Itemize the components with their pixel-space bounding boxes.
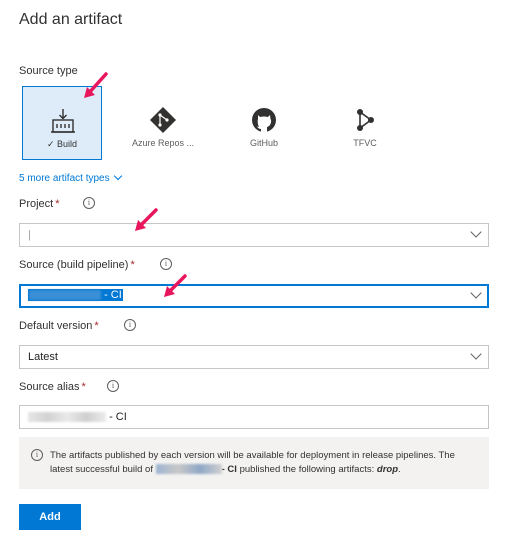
default-version-label: Default version *: [19, 320, 99, 332]
source-type-tfvc-tile[interactable]: TFVC: [325, 86, 405, 160]
project-value: |: [28, 229, 31, 241]
chevron-down-icon: [470, 226, 482, 238]
chevron-down-icon: [470, 287, 482, 299]
redacted-name: [29, 290, 101, 301]
chevron-down-icon: [470, 348, 482, 360]
project-info-icon[interactable]: i: [83, 197, 95, 209]
source-alias-info-icon[interactable]: i: [107, 380, 119, 392]
default-version-dropdown[interactable]: Latest: [19, 345, 489, 369]
source-label: Source (build pipeline) *: [19, 259, 135, 271]
source-alias-label: Source alias *: [19, 381, 86, 393]
more-artifact-types-link[interactable]: 5 more artifact types: [19, 171, 123, 184]
add-button[interactable]: Add: [19, 504, 81, 530]
tile-label-tfvc: TFVC: [353, 138, 377, 148]
chevron-down-icon: [114, 171, 123, 181]
source-type-github-tile[interactable]: GitHub: [224, 86, 304, 160]
source-type-azure-repos-tile[interactable]: Azure Repos ...: [123, 86, 203, 160]
github-icon: [252, 108, 276, 132]
source-alias-input[interactable]: - CI: [19, 405, 489, 429]
source-value: - CI: [28, 289, 123, 301]
tile-label-build: Build: [57, 139, 78, 149]
default-version-value: Latest: [28, 351, 58, 363]
annotation-arrow-icon: [164, 274, 187, 297]
build-icon: [51, 109, 75, 133]
tfvc-icon: [357, 109, 374, 131]
tile-label-github: GitHub: [249, 138, 278, 148]
project-label: Project *: [19, 198, 60, 210]
default-version-info-icon[interactable]: i: [124, 319, 136, 331]
panel-title: Add an artifact: [19, 11, 123, 28]
check-icon: ✓: [46, 139, 55, 149]
annotation-arrow-icon: [135, 208, 158, 231]
source-info-icon[interactable]: i: [160, 258, 172, 270]
info-message: i The artifacts published by each versio…: [19, 437, 489, 489]
azure-repos-icon: [150, 107, 176, 133]
annotation-arrow-icon: [84, 72, 108, 98]
source-pipeline-dropdown[interactable]: - CI: [19, 284, 489, 308]
source-type-label: Source type: [19, 65, 78, 77]
project-dropdown[interactable]: |: [19, 223, 489, 247]
redacted-name: [155, 464, 222, 475]
source-alias-value: - CI: [109, 411, 127, 423]
redacted-name: [28, 412, 106, 423]
info-icon: i: [31, 449, 43, 461]
tile-label-azure-repos: Azure Repos ...: [131, 138, 195, 148]
